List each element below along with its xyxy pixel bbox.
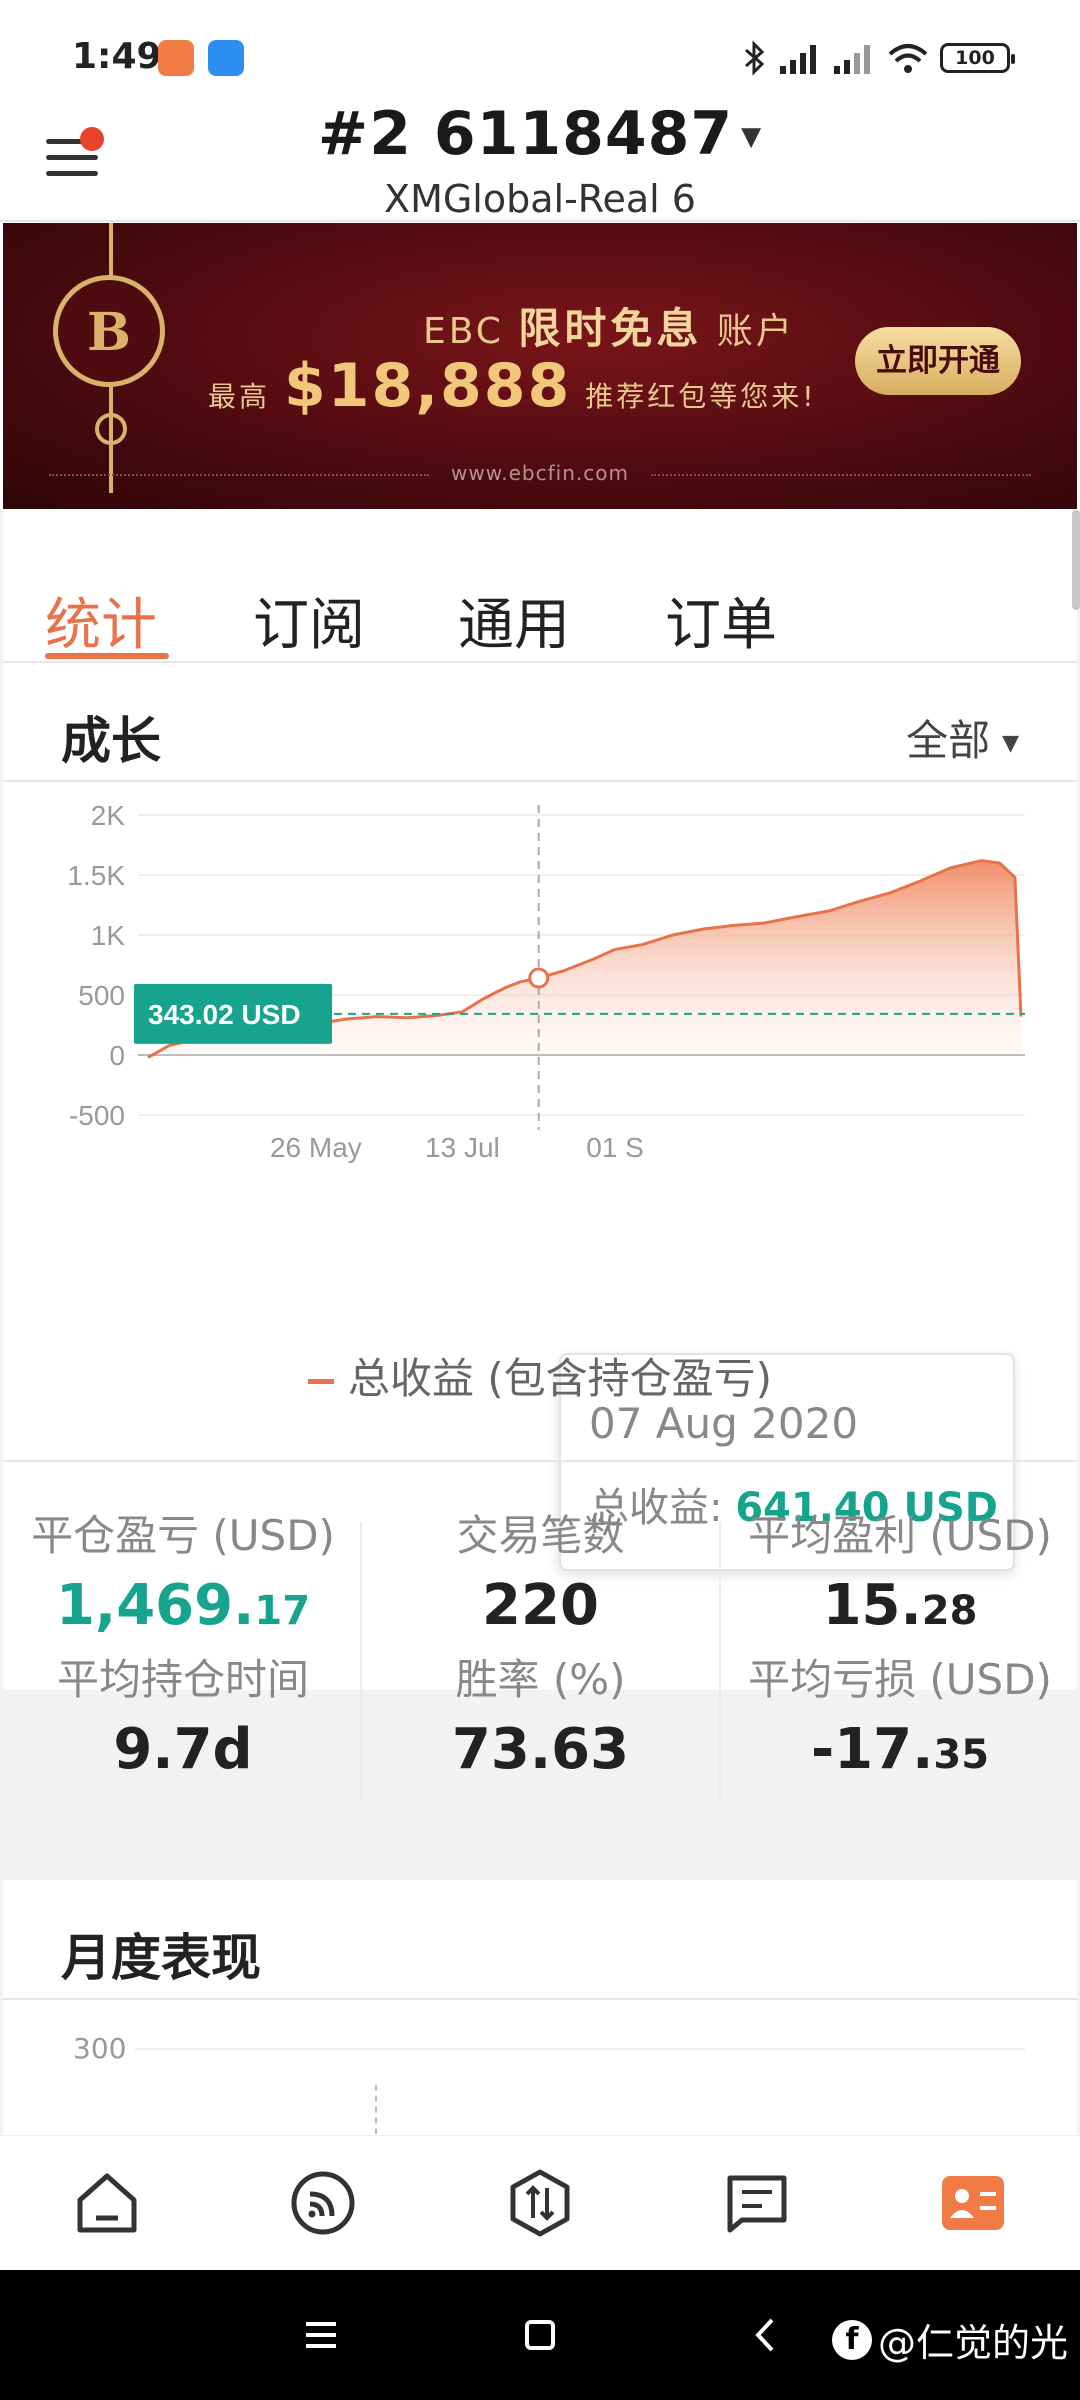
- recents-button[interactable]: [296, 2310, 346, 2360]
- chevron-down-icon: ▼: [741, 122, 763, 153]
- weibo-logo-icon: f: [831, 2319, 872, 2360]
- avg-profit-label: 平均盈利 (USD): [748, 1511, 1052, 1560]
- wifi-icon: [888, 44, 928, 73]
- nav-messages[interactable]: [722, 2168, 792, 2238]
- chevron-down-icon: ▼: [1002, 731, 1019, 756]
- avg-loss-value: -17.35: [810, 1717, 990, 1782]
- home-button[interactable]: [515, 2310, 565, 2360]
- banner-amount: $18,888: [284, 351, 572, 421]
- watermark: f @仁觉的光: [831, 2312, 1068, 2367]
- monthly-y-tick: 300: [73, 2032, 127, 2065]
- banner-offer: 最高 $18,888 推荐红包等您来!: [208, 351, 817, 421]
- trades-value: 220: [482, 1573, 599, 1638]
- back-button[interactable]: [742, 2310, 792, 2360]
- active-tab-indicator: [45, 653, 169, 659]
- messages-icon: [727, 2175, 787, 2233]
- growth-chart-svg[interactable]: 2K 1.5K 1K 500 0 -500 26 May 13 Jul 01 S 343.02…: [3, 785, 1077, 1345]
- profile-icon: [942, 2176, 1004, 2230]
- avg-loss-label: 平均亏损 (USD): [748, 1655, 1052, 1704]
- chart-legend[interactable]: 总收益 (包含持仓盈亏): [3, 1345, 1077, 1406]
- growth-title: 成长: [61, 712, 161, 770]
- tab-general[interactable]: 通用: [458, 580, 570, 661]
- divider: [719, 1522, 721, 1802]
- stat-column-2: 交易笔数 220 胜率 (%) 73.63: [368, 1462, 713, 1782]
- square-icon: [525, 2320, 555, 2350]
- closed-pl-label: 平仓盈亏 (USD): [31, 1511, 335, 1560]
- x-tick-label: 13 Jul: [425, 1132, 500, 1163]
- feed-icon: [291, 2171, 355, 2235]
- avg-hold-label: 平均持仓时间: [56, 1655, 309, 1704]
- y-tick-label: 1K: [91, 920, 126, 951]
- status-bar: 1:49 100: [0, 0, 1080, 95]
- nav-profile[interactable]: [938, 2168, 1008, 2238]
- upload-notification-icon: [208, 40, 244, 76]
- growth-card: 统计 订阅 通用 订单 成长 全部 ▼ 2K 1.5K 1K 500 0 -500 26 M…: [3, 510, 1077, 1802]
- bottom-nav: [0, 2135, 1080, 2270]
- ebc-logo-icon: B: [53, 275, 165, 387]
- account-title: #2 6118487: [317, 99, 734, 169]
- divider: [360, 1522, 362, 1802]
- system-nav-bar: f @仁觉的光: [0, 2270, 1080, 2400]
- growth-header: 成长 全部 ▼: [3, 665, 1077, 782]
- y-tick-label: -500: [69, 1100, 125, 1131]
- menu-icon: [306, 2322, 336, 2348]
- monthly-title: 月度表现: [61, 1929, 261, 1987]
- tab-subscribe[interactable]: 订阅: [253, 580, 365, 661]
- x-tick-label: 26 May: [270, 1132, 362, 1163]
- y-tick-label: 0: [109, 1040, 125, 1071]
- stat-column-3: 平均盈利 (USD) 15.28 平均亏损 (USD) -17.35: [725, 1462, 1075, 1782]
- stat-column-1: 平仓盈亏 (USD) 1,469.17 平均持仓时间 9.7d: [13, 1462, 353, 1782]
- app-notification-icon: [158, 40, 194, 76]
- win-rate-value: 73.63: [451, 1717, 630, 1782]
- reference-label: 343.02 USD: [148, 999, 301, 1030]
- nav-feed[interactable]: [288, 2168, 358, 2238]
- bluetooth-icon: [745, 40, 765, 76]
- growth-chart[interactable]: 2K 1.5K 1K 500 0 -500 26 May 13 Jul 01 S 343.02…: [3, 785, 1077, 1571]
- signal-icon: [780, 45, 816, 74]
- avg-hold-value: 9.7d: [113, 1717, 253, 1782]
- monthly-crosshair: [375, 2085, 377, 2135]
- y-tick-label: 500: [78, 980, 125, 1011]
- monthly-card: 月度表现 300: [3, 1880, 1077, 2135]
- account-selector[interactable]: #2 6118487 ▼: [0, 99, 1080, 169]
- growth-filter-dropdown[interactable]: 全部 ▼: [906, 707, 1019, 768]
- tooltip-date: 07 Aug 2020: [589, 1399, 859, 1448]
- y-tick-label: 2K: [91, 800, 126, 831]
- x-tick-label: 01 S: [586, 1132, 644, 1163]
- knot-icon: [95, 413, 127, 445]
- open-account-button[interactable]: 立即开通: [855, 327, 1021, 395]
- stats-content[interactable]: 统计 订阅 通用 订单 成长 全部 ▼ 2K 1.5K 1K 500 0 -500 26 M…: [0, 510, 1080, 2135]
- tab-bar: 统计 订阅 通用 订单: [3, 510, 1077, 663]
- home-icon: [77, 2173, 137, 2233]
- battery-icon: 100: [940, 43, 1015, 73]
- nav-home[interactable]: [72, 2168, 142, 2238]
- account-server: XMGlobal-Real 6: [384, 177, 696, 221]
- promo-banner[interactable]: B EBC 限时免息 账户 最高 $18,888 推荐红包等您来! 立即开通 w…: [3, 223, 1077, 509]
- nav-trade[interactable]: [505, 2168, 575, 2238]
- banner-headline: EBC 限时免息 账户: [423, 304, 795, 353]
- legend-label: 总收益 (包含持仓盈亏): [347, 1354, 773, 1403]
- trades-label: 交易笔数: [456, 1511, 625, 1560]
- stats-grid: 平仓盈亏 (USD) 1,469.17 平均持仓时间 9.7d 交易笔数 220…: [3, 1460, 1077, 1802]
- scrollbar[interactable]: [1072, 510, 1080, 610]
- tab-orders[interactable]: 订单: [665, 580, 777, 661]
- banner-url: www.ebcfin.com: [3, 461, 1077, 485]
- win-rate-label: 胜率 (%): [455, 1655, 626, 1704]
- system-icons: 100: [742, 38, 1015, 78]
- app-header: #2 6118487 ▼ XMGlobal-Real 6: [0, 95, 1080, 222]
- trade-icon: [510, 2169, 570, 2237]
- back-icon: [755, 2318, 774, 2352]
- monthly-header: 月度表现: [3, 1880, 1077, 2000]
- tab-statistics[interactable]: 统计: [45, 580, 157, 661]
- legend-swatch: [307, 1379, 334, 1384]
- monthly-gridline: [135, 2048, 1025, 2050]
- signal-icon: [834, 45, 870, 74]
- clock: 1:49: [72, 36, 162, 77]
- crosshair-point: [528, 967, 550, 989]
- closed-pl-value: 1,469.17: [55, 1573, 311, 1638]
- avg-profit-value: 15.28: [822, 1573, 978, 1638]
- y-tick-label: 1.5K: [67, 860, 125, 891]
